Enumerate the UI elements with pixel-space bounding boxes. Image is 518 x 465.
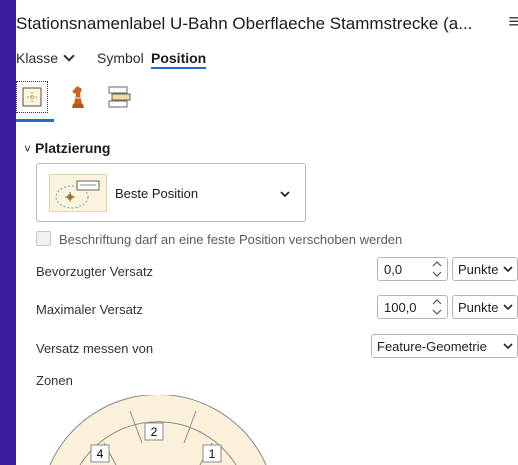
max-offset-unit-value: Punkte [458,300,499,315]
pane-title: Stationsnamenlabel U-Bahn Oberflaeche St… [16,14,473,33]
conflict-resolution-icon [72,86,84,108]
max-offset-label: Maximaler Versatz [36,302,143,317]
section-title: Platzierung [35,140,111,156]
active-subtab-indicator [16,119,54,122]
label-properties-pane: Stationsnamenlabel U-Bahn Oberflaeche St… [16,0,518,465]
zone-1-label: 1 [209,447,216,461]
chevron-down-icon [503,343,513,350]
preferred-offset-value: 0,0 [384,262,403,277]
placement-dropdown[interactable]: Beste Position [36,163,306,222]
pane-title-bar: Stationsnamenlabel U-Bahn Oberflaeche St… [16,8,518,38]
preferred-offset-unit[interactable]: Punkte [452,257,518,281]
max-offset-value: 100,0 [384,300,417,315]
subtab-conflict[interactable] [62,80,92,112]
subtab-fitting[interactable] [104,80,134,112]
chevron-down-icon: ˅ [24,142,32,156]
zone-diagram: 2 4 1 [49,395,267,465]
measure-from-label: Versatz messen von [36,341,154,356]
tab-klasse[interactable]: Klasse [16,50,75,66]
tab-klasse-label: Klasse [16,50,59,66]
fixed-position-checkbox-label: Beschriftung darf an eine feste Position… [59,232,403,247]
fixed-position-checkbox[interactable] [36,231,51,246]
preferred-offset-input[interactable]: 0,0 [377,257,448,281]
spinner-icon[interactable] [431,297,443,317]
fitting-strategy-icon [108,86,131,108]
tab-symbol[interactable]: Symbol [97,50,144,66]
zones-label: Zonen [36,373,73,388]
chevron-down-icon [279,186,291,204]
max-offset-unit[interactable]: Punkte [452,295,518,319]
preferred-offset-unit-value: Punkte [458,262,499,277]
placement-preview-icon [49,174,107,212]
chevron-down-icon [503,266,513,273]
menu-icon[interactable]: ≡ [508,11,518,34]
zone-4-label: 4 [97,447,104,461]
spinner-icon[interactable] [431,259,443,279]
max-offset-input[interactable]: 100,0 [377,295,448,319]
chevron-down-icon [503,304,513,311]
measure-from-value: Feature-Geometrie [377,339,487,354]
placement-selected-label: Beste Position [115,186,199,201]
chevron-down-icon [63,50,75,62]
position-icon [22,87,42,107]
preferred-offset-label: Bevorzugter Versatz [36,264,154,279]
fixed-position-option: Beschriftung darf an eine feste Position… [36,231,402,247]
subtab-position[interactable] [16,81,48,113]
section-platzierung[interactable]: ˅ Platzierung [24,140,110,156]
measure-from-dropdown[interactable]: Feature-Geometrie [371,334,518,358]
zone-2-label: 2 [151,425,158,439]
tab-position[interactable]: Position [151,50,207,69]
